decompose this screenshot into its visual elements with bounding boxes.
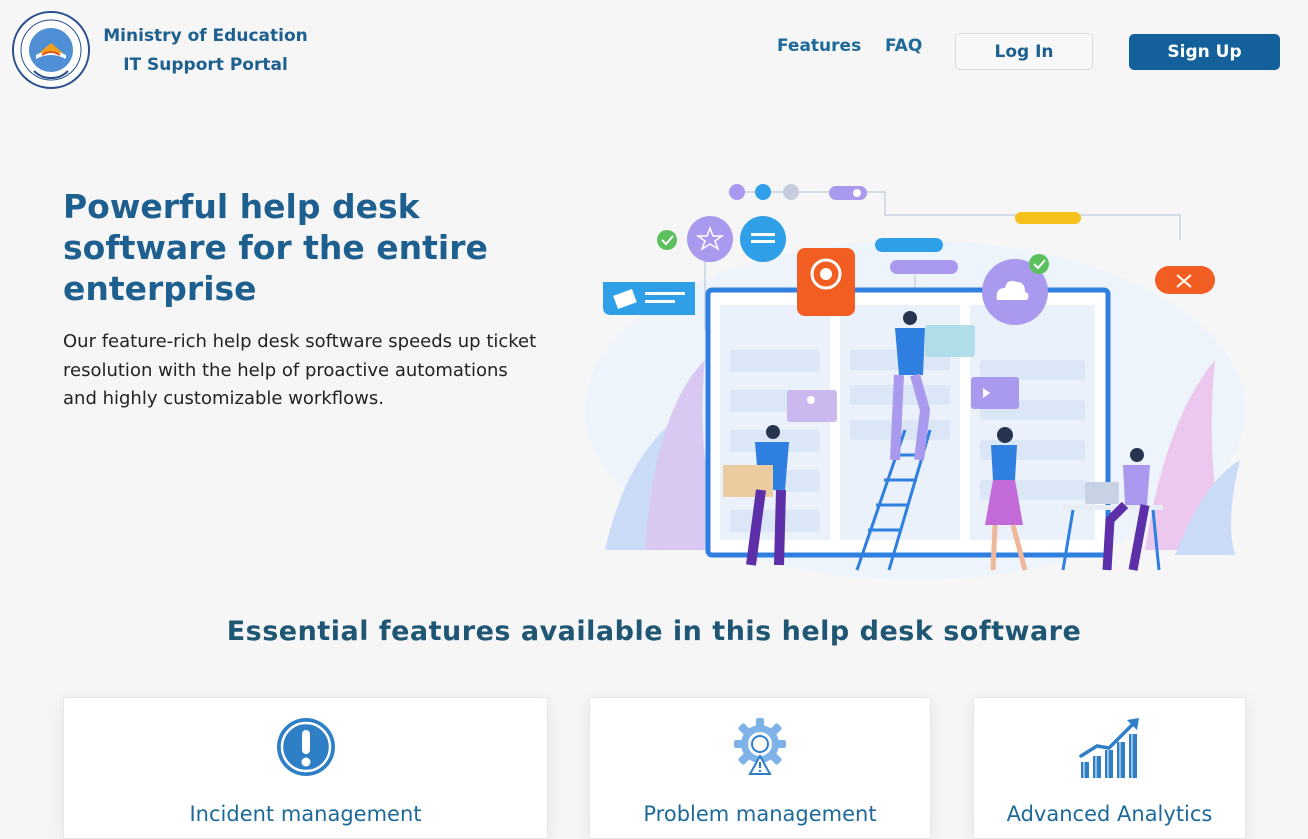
brand-line-1: Ministry of Education [103, 26, 308, 46]
feature-card-label: Advanced Analytics [1006, 802, 1213, 826]
nav-faq-link[interactable]: FAQ [885, 36, 922, 56]
feature-card-label: Incident management [189, 802, 422, 826]
feature-card-label: Problem management [643, 802, 877, 826]
brand-line-2: IT Support Portal [123, 55, 288, 75]
bar-chart-icon [1079, 718, 1139, 778]
exclamation-icon [277, 718, 335, 776]
hero-description: Our feature-rich help desk software spee… [63, 331, 537, 409]
help-desk-illustration [585, 184, 1245, 580]
ministry-logo [12, 11, 90, 89]
login-button[interactable]: Log In [955, 33, 1093, 70]
gear-warning-icon [734, 718, 786, 775]
nav-features-link[interactable]: Features [777, 36, 861, 56]
brand-title: Ministry of Education IT Support Portal [98, 22, 313, 80]
feature-card-advanced-analytics[interactable]: Advanced Analytics [973, 697, 1246, 839]
feature-card-problem-management[interactable]: Problem management [589, 697, 931, 839]
signup-button[interactable]: Sign Up [1129, 34, 1280, 70]
feature-card-incident-management[interactable]: Incident management [63, 697, 548, 839]
features-section-title: Essential features available in this hel… [226, 616, 1082, 647]
hero-title: Powerful help desk software for the enti… [63, 187, 488, 308]
